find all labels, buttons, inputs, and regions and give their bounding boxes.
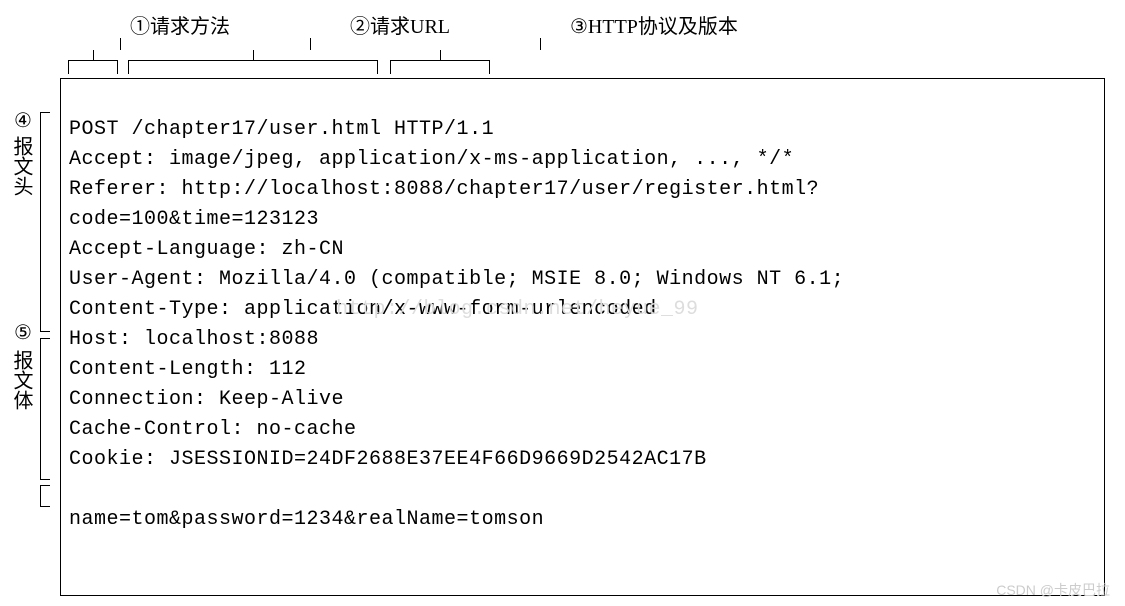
header-content-type: Content-Type: application/x-www-form-url… <box>69 298 657 321</box>
bracket-body-section <box>40 338 50 480</box>
label-body: 报文体 <box>10 350 32 410</box>
http-request-box: POST /chapter17/user.html HTTP/1.1 Accep… <box>60 78 1105 596</box>
watermark-author: CSDN @卡皮巴拉 <box>996 580 1110 600</box>
connector-line <box>540 38 541 50</box>
header-accept-language: Accept-Language: zh-CN <box>69 238 344 261</box>
header-content-length: Content-Length: 112 <box>69 358 307 381</box>
header-user-agent: User-Agent: Mozilla/4.0 (compatible; MSI… <box>69 268 844 291</box>
header-connection: Connection: Keep-Alive <box>69 388 344 411</box>
connector-line <box>440 50 441 60</box>
label-request-method: ①请求方法 <box>130 10 230 39</box>
header-cache-control: Cache-Control: no-cache <box>69 418 357 441</box>
header-referer-cont: code=100&time=123123 <box>69 208 319 231</box>
header-accept: Accept: image/jpeg, application/x-ms-app… <box>69 148 794 171</box>
connector-line <box>310 38 311 50</box>
label-4-number: ④ <box>14 108 32 133</box>
bracket-http-protocol <box>390 60 490 74</box>
label-request-url: ②请求URL <box>350 10 450 39</box>
header-host: Host: localhost:8088 <box>69 328 319 351</box>
bracket-request-method <box>68 60 118 74</box>
label-headers: 报文头 <box>10 136 32 196</box>
request-body: name=tom&password=1234&realName=tomson <box>69 508 544 531</box>
bracket-body-line <box>40 485 50 507</box>
connector-line <box>253 50 254 60</box>
bracket-headers <box>40 112 50 332</box>
header-referer: Referer: http://localhost:8088/chapter17… <box>69 178 819 201</box>
connector-line <box>120 38 121 50</box>
header-cookie: Cookie: JSESSIONID=24DF2688E37EE4F66D966… <box>69 448 707 471</box>
request-line: POST /chapter17/user.html HTTP/1.1 <box>69 118 494 141</box>
top-labels-row: ①请求方法 ②请求URL ③HTTP协议及版本 <box>70 10 1115 38</box>
connector-line <box>93 50 94 60</box>
label-5-number: ⑤ <box>14 320 32 345</box>
label-http-protocol: ③HTTP协议及版本 <box>570 10 738 39</box>
bracket-request-url <box>128 60 378 74</box>
